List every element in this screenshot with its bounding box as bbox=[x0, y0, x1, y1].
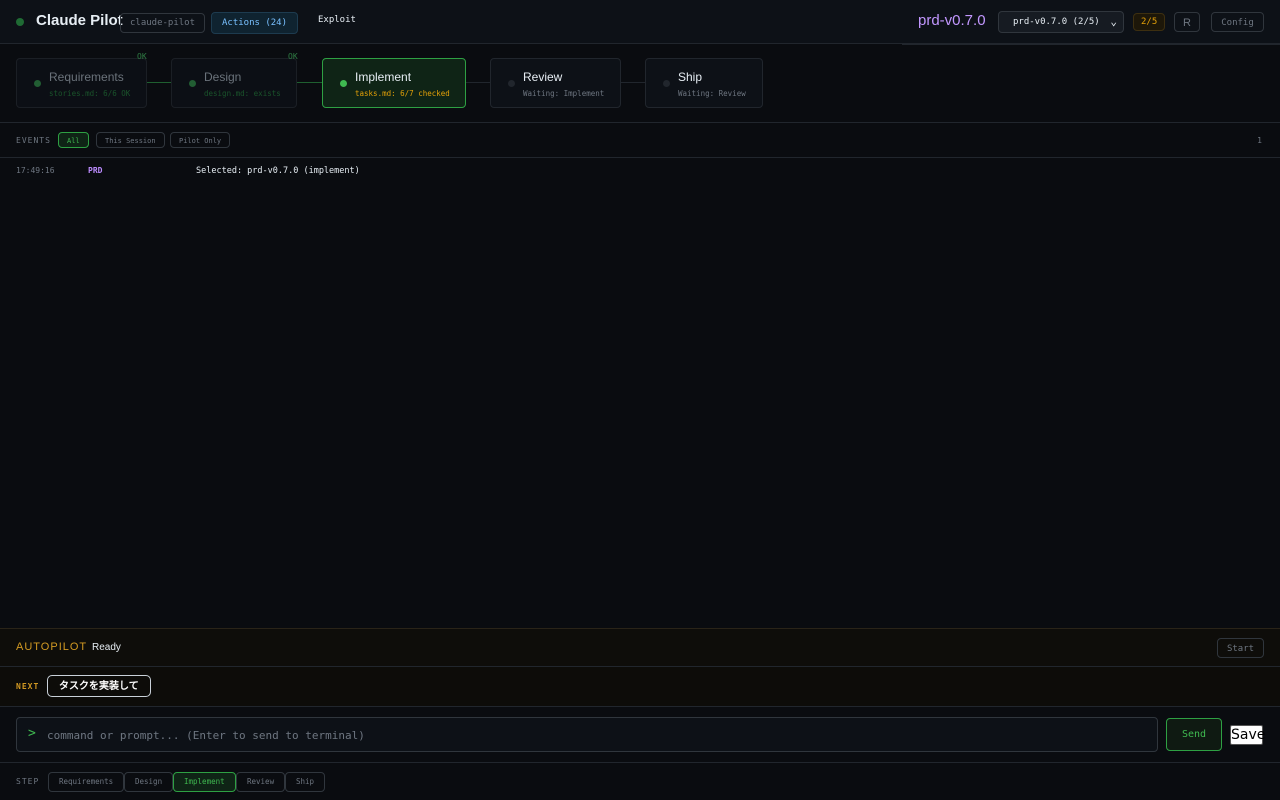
event-message: Selected: prd-v0.7.0 (implement) bbox=[196, 166, 360, 176]
app-title: Claude Pilot bbox=[36, 12, 123, 29]
command-bar: > Send Save bbox=[0, 707, 1280, 763]
prd-title: prd-v0.7.0 bbox=[918, 12, 986, 29]
pipeline-step-review[interactable]: Review Waiting: Implement bbox=[490, 58, 621, 108]
pipeline-step-design[interactable]: Design design.md: exists bbox=[171, 58, 297, 108]
pipeline-connector bbox=[147, 82, 171, 83]
step-status-dot-icon bbox=[508, 80, 515, 87]
filter-pilot-only-button[interactable]: Pilot Only bbox=[170, 132, 231, 148]
command-input-box[interactable]: > bbox=[16, 717, 1158, 752]
filter-all-button[interactable]: All bbox=[58, 132, 89, 148]
step-button-review[interactable]: Review bbox=[236, 772, 286, 792]
prompt-chevron-icon: > bbox=[28, 726, 36, 741]
step-status-dot-icon bbox=[340, 80, 347, 87]
step-status-dot-icon bbox=[189, 80, 196, 87]
step-button-ship[interactable]: Ship bbox=[285, 772, 326, 792]
step-status: Waiting: Review bbox=[678, 89, 746, 98]
events-toolbar: EVENTS All This Session Pilot Only 1 bbox=[0, 123, 1280, 158]
step-status: stories.md: 6/6 OK bbox=[49, 89, 131, 98]
prd-select-value: prd-v0.7.0 (2/5) bbox=[1013, 17, 1100, 27]
autopilot-status: Ready bbox=[92, 642, 121, 653]
prd-select[interactable]: prd-v0.7.0 (2/5) ⌄ bbox=[998, 11, 1124, 33]
pipeline-connector bbox=[466, 82, 490, 83]
step-status-dot-icon bbox=[34, 80, 41, 87]
step-ok-label: OK bbox=[137, 52, 147, 61]
refresh-button[interactable]: R bbox=[1174, 12, 1200, 32]
send-button[interactable]: Send bbox=[1166, 718, 1222, 751]
pipeline-step-requirements[interactable]: Requirements stories.md: 6/6 OK bbox=[16, 58, 147, 108]
filter-this-session-button[interactable]: This Session bbox=[96, 132, 165, 148]
step-name: Design bbox=[204, 70, 242, 84]
step-name: Review bbox=[523, 70, 563, 84]
step-selector: STEP Requirements Design Implement Revie… bbox=[0, 763, 1280, 800]
pipeline-step-ship[interactable]: Ship Waiting: Review bbox=[645, 58, 763, 108]
repo-badge[interactable]: claude-pilot bbox=[120, 13, 206, 33]
pipeline: Requirements stories.md: 6/6 OK OK Desig… bbox=[0, 44, 1280, 123]
save-button[interactable]: Save bbox=[1230, 725, 1265, 745]
next-label: NEXT bbox=[16, 682, 40, 691]
autopilot-label: AUTOPILOT bbox=[16, 641, 88, 653]
progress-badge: 2/5 bbox=[1133, 13, 1166, 31]
command-input[interactable] bbox=[45, 722, 1149, 749]
step-name: Requirements bbox=[49, 70, 124, 84]
event-time: 17:49:16 bbox=[16, 166, 55, 175]
step-button-implement[interactable]: Implement bbox=[173, 772, 236, 792]
top-header: Claude Pilot claude-pilot Actions (24) E… bbox=[0, 0, 1280, 44]
exploit-link[interactable]: Exploit bbox=[318, 15, 356, 25]
pipeline-connector bbox=[297, 82, 322, 83]
events-label: EVENTS bbox=[16, 136, 51, 145]
step-label: STEP bbox=[16, 777, 40, 786]
step-status: design.md: exists bbox=[204, 89, 281, 98]
events-count: 1 bbox=[1257, 136, 1262, 145]
next-task-button[interactable]: タスクを実装して bbox=[47, 675, 151, 697]
step-status-dot-icon bbox=[663, 80, 670, 87]
step-name: Implement bbox=[355, 70, 412, 84]
step-button-requirements[interactable]: Requirements bbox=[48, 772, 125, 792]
autopilot-start-button[interactable]: Start bbox=[1217, 638, 1264, 658]
autopilot-bar: AUTOPILOT Ready Start bbox=[0, 628, 1280, 667]
step-ok-label: OK bbox=[288, 52, 298, 61]
actions-button[interactable]: Actions (24) bbox=[211, 12, 299, 34]
pipeline-connector bbox=[621, 82, 645, 83]
event-row: 17:49:16 PRD Selected: prd-v0.7.0 (imple… bbox=[0, 166, 1280, 180]
chevron-down-icon: ⌄ bbox=[1110, 15, 1117, 28]
pipeline-step-implement[interactable]: Implement tasks.md: 6/7 checked bbox=[322, 58, 466, 108]
step-status: Waiting: Implement bbox=[523, 89, 605, 98]
config-button[interactable]: Config bbox=[1211, 12, 1264, 32]
status-dot-icon bbox=[16, 18, 24, 26]
event-tag: PRD bbox=[88, 166, 103, 175]
step-button-design[interactable]: Design bbox=[124, 772, 174, 792]
step-status: tasks.md: 6/7 checked bbox=[355, 89, 450, 98]
next-task-bar: NEXT タスクを実装して bbox=[0, 667, 1280, 707]
step-name: Ship bbox=[678, 70, 703, 84]
